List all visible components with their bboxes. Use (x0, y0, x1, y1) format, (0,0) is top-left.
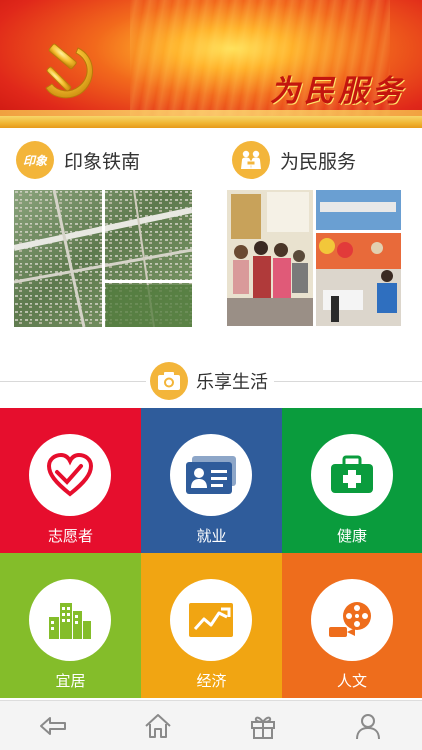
yinxiang-badge-icon: 印象 (16, 141, 54, 179)
heart-hand-icon (29, 434, 111, 516)
tile-employment-label: 就业 (196, 527, 227, 545)
tile-culture[interactable]: 人文 (282, 553, 422, 698)
buildings-icon (29, 579, 111, 661)
divider-line-left (0, 381, 146, 382)
section-yinxiang-label: 印象铁南 (64, 150, 141, 173)
hammer-sickle-emblem-icon (45, 43, 93, 99)
bottom-nav-bar (0, 700, 422, 750)
banner-title: 为民服务 (270, 74, 406, 109)
aerial-city-photo[interactable] (14, 190, 192, 327)
tile-employment[interactable]: 就业 (141, 408, 282, 553)
user-icon[interactable] (351, 709, 385, 743)
service-people-icon (232, 141, 270, 179)
tile-volunteer-label: 志愿者 (47, 527, 93, 545)
tile-health-label: 健康 (336, 527, 367, 545)
banner-gold-stripe (0, 116, 422, 128)
tile-economy-label: 经济 (196, 672, 227, 690)
section-yinxiang-header[interactable]: 印象 印象铁南 (16, 140, 140, 180)
tile-economy[interactable]: 经济 (141, 553, 282, 698)
tile-livable[interactable]: 宜居 (0, 553, 141, 698)
header-banner: 为民服务 (0, 0, 422, 128)
tile-volunteer[interactable]: 志愿者 (0, 408, 141, 553)
medical-kit-icon (311, 434, 393, 516)
section-service-header[interactable]: 为民服务 (232, 140, 356, 180)
gift-icon[interactable] (246, 709, 280, 743)
film-reel-icon (311, 579, 393, 661)
section-service-label: 为民服务 (280, 150, 357, 173)
chart-trend-icon (170, 579, 252, 661)
community-service-photo[interactable] (227, 190, 401, 326)
id-card-icon (170, 434, 252, 516)
life-section-title: 乐享生活 (150, 362, 268, 400)
life-section-label: 乐享生活 (196, 372, 268, 393)
home-icon[interactable] (141, 709, 175, 743)
tile-culture-label: 人文 (336, 672, 367, 690)
tile-livable-label: 宜居 (55, 672, 86, 690)
divider-line-right (274, 381, 422, 382)
tile-health[interactable]: 健康 (282, 408, 422, 553)
back-arrow-icon[interactable] (36, 709, 70, 743)
camera-icon (150, 362, 188, 400)
